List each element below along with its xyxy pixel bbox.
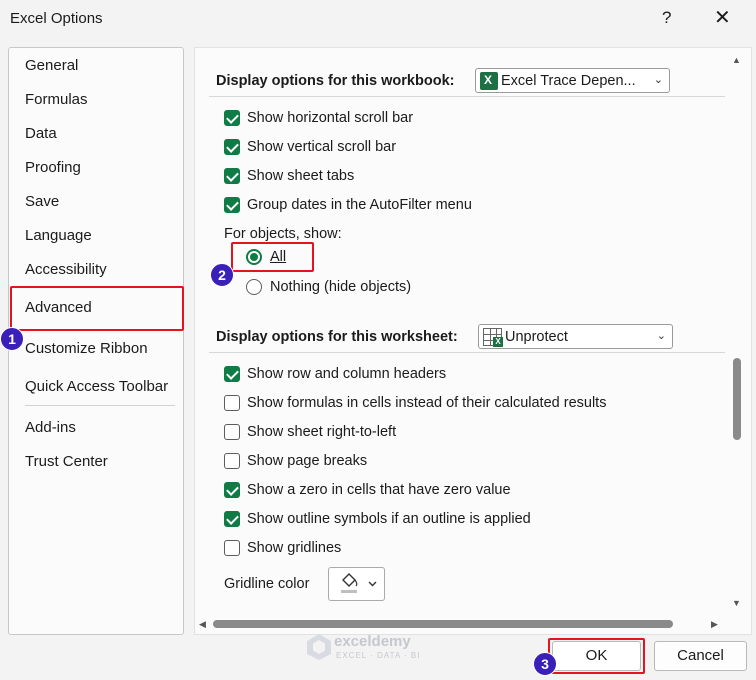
option-label: Show gridlines: [247, 540, 342, 556]
excel-workbook-icon: [480, 71, 498, 90]
radio-nothing-label: Nothing (hide objects): [270, 279, 412, 295]
workbook-section-divider: [209, 96, 725, 97]
group-dates-autofilter-option[interactable]: Group dates in the AutoFilter menu: [224, 197, 472, 213]
workbook-dropdown[interactable]: Excel Trace Depen... ⌄: [475, 68, 670, 93]
step-badge-1: 1: [0, 327, 24, 351]
sidebar-divider: [25, 405, 175, 406]
radio-unselected[interactable]: [246, 279, 262, 295]
show-sheet-tabs-option[interactable]: Show sheet tabs: [224, 168, 354, 184]
close-button[interactable]: ✕: [714, 5, 731, 30]
advanced-highlight-box: [10, 286, 184, 331]
sidebar-item-general[interactable]: General: [25, 57, 78, 74]
checkbox-unchecked[interactable]: [224, 395, 240, 411]
scroll-down-arrow[interactable]: ▼: [732, 598, 741, 608]
ok-highlight-box: [548, 638, 645, 674]
option-label: Show vertical scroll bar: [247, 139, 397, 155]
chevron-down-icon: ⌄: [656, 330, 666, 342]
sidebar-item-quick-access-toolbar[interactable]: Quick Access Toolbar: [25, 378, 168, 395]
checkbox-unchecked[interactable]: [224, 453, 240, 469]
for-objects-label: For objects, show:: [224, 226, 342, 242]
worksheet-icon: [483, 327, 503, 347]
workbook-dropdown-value: Excel Trace Depen...: [501, 72, 636, 89]
option-label: Show outline symbols if an outline is ap…: [247, 511, 531, 527]
scroll-right-arrow[interactable]: ▶: [711, 619, 718, 630]
option-label: Show a zero in cells that have zero valu…: [247, 482, 511, 498]
vertical-scrollbar-thumb[interactable]: [733, 358, 741, 440]
gridline-color-picker[interactable]: [328, 567, 385, 601]
scroll-left-arrow[interactable]: ◀: [199, 619, 206, 630]
checkbox-checked[interactable]: [224, 168, 240, 184]
show-outline-symbols-option[interactable]: Show outline symbols if an outline is ap…: [224, 511, 531, 527]
all-radio-highlight-box: [231, 242, 314, 272]
sidebar-item-save[interactable]: Save: [25, 193, 59, 210]
checkbox-checked[interactable]: [224, 482, 240, 498]
option-label: Group dates in the AutoFilter menu: [247, 197, 472, 213]
checkbox-checked[interactable]: [224, 110, 240, 126]
show-horizontal-scroll-bar-option[interactable]: Show horizontal scroll bar: [224, 110, 413, 126]
watermark-name: exceldemy: [334, 633, 411, 650]
show-sheet-right-to-left-option[interactable]: Show sheet right-to-left: [224, 424, 396, 440]
window-title: Excel Options: [10, 10, 103, 27]
checkbox-unchecked[interactable]: [224, 424, 240, 440]
sidebar-item-data[interactable]: Data: [25, 125, 57, 142]
step-badge-2: 2: [210, 263, 234, 287]
option-label: Show formulas in cells instead of their …: [247, 395, 607, 411]
sidebar-item-customize-ribbon[interactable]: Customize Ribbon: [25, 340, 148, 357]
option-label: Show sheet right-to-left: [247, 424, 397, 440]
scroll-up-arrow[interactable]: ▲: [732, 55, 741, 65]
show-row-column-headers-option[interactable]: Show row and column headers: [224, 366, 446, 382]
gridline-color-label: Gridline color: [224, 576, 310, 592]
chevron-down-icon: ⌄: [653, 74, 663, 86]
worksheet-section-title: Display options for this worksheet:: [216, 329, 458, 345]
show-page-breaks-option[interactable]: Show page breaks: [224, 453, 367, 469]
step-badge-3: 3: [533, 652, 557, 676]
exceldemy-logo-icon: [307, 634, 331, 660]
sidebar: General Formulas Data Proofing Save Lang…: [8, 47, 184, 635]
sidebar-item-trust-center[interactable]: Trust Center: [25, 453, 108, 470]
sidebar-item-add-ins[interactable]: Add-ins: [25, 419, 76, 436]
sidebar-item-formulas[interactable]: Formulas: [25, 91, 88, 108]
worksheet-dropdown-value: Unprotect: [505, 328, 568, 345]
workbook-section-title: Display options for this workbook:: [216, 73, 455, 89]
horizontal-scrollbar-thumb[interactable]: [213, 620, 673, 628]
watermark-tagline: EXCEL · DATA · BI: [336, 651, 421, 660]
sidebar-item-language[interactable]: Language: [25, 227, 92, 244]
sidebar-item-proofing[interactable]: Proofing: [25, 159, 81, 176]
sidebar-item-accessibility[interactable]: Accessibility: [25, 261, 107, 278]
show-gridlines-option[interactable]: Show gridlines: [224, 540, 341, 556]
checkbox-checked[interactable]: [224, 366, 240, 382]
option-label: Show row and column headers: [247, 366, 447, 382]
show-vertical-scroll-bar-option[interactable]: Show vertical scroll bar: [224, 139, 396, 155]
paint-bucket-icon: [341, 573, 377, 593]
option-label: Show sheet tabs: [247, 168, 355, 184]
checkbox-checked[interactable]: [224, 139, 240, 155]
option-label: Show horizontal scroll bar: [247, 110, 414, 126]
option-label: Show page breaks: [247, 453, 368, 469]
radio-nothing-option[interactable]: Nothing (hide objects): [246, 279, 411, 295]
cancel-button[interactable]: Cancel: [654, 641, 747, 671]
help-button[interactable]: ?: [662, 8, 671, 28]
checkbox-checked[interactable]: [224, 197, 240, 213]
worksheet-dropdown[interactable]: Unprotect ⌄: [478, 324, 673, 349]
show-zero-option[interactable]: Show a zero in cells that have zero valu…: [224, 482, 511, 498]
checkbox-unchecked[interactable]: [224, 540, 240, 556]
show-formulas-option[interactable]: Show formulas in cells instead of their …: [224, 395, 606, 411]
checkbox-checked[interactable]: [224, 511, 240, 527]
worksheet-section-divider: [209, 352, 725, 353]
advanced-options-panel: Display options for this workbook: Excel…: [194, 47, 752, 635]
